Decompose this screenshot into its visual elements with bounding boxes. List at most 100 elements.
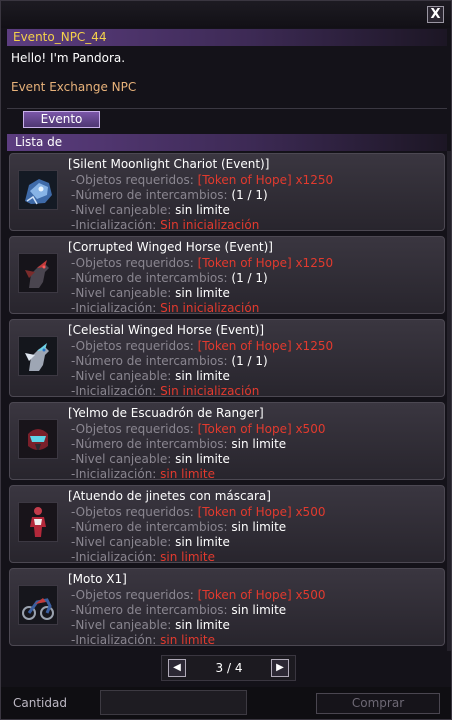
required-value: [Token of Hope] x500	[197, 505, 326, 519]
init-value: sin limite	[160, 467, 215, 481]
pagination: ◀ 3 / 4 ▶	[161, 655, 296, 681]
exchanges-value: sin limite	[231, 437, 287, 451]
required-line: -Objetos requeridos: [Token of Hope] x50…	[71, 505, 325, 519]
required-line: -Objetos requeridos: [Token of Hope] x50…	[71, 422, 325, 436]
exchanges-label: -Número de intercambios:	[71, 520, 228, 534]
required-line: -Objetos requeridos: [Token of Hope] x12…	[71, 339, 333, 353]
quantity-input[interactable]	[100, 690, 247, 715]
init-line: -Inicialización: sin limite	[71, 550, 215, 564]
tab-evento[interactable]: Evento	[23, 111, 100, 128]
required-value: [Token of Hope] x1250	[197, 256, 334, 270]
buy-button[interactable]: Comprar	[316, 693, 440, 714]
item-name: [Silent Moonlight Chariot (Event)]	[68, 157, 270, 171]
init-line: -Inicialización: sin limite	[71, 467, 215, 481]
init-value: sin limite	[160, 633, 215, 647]
init-line: -Inicialización: sin limite	[71, 633, 215, 647]
npc-title: Evento_NPC_44	[13, 30, 107, 44]
level-value: sin limite	[175, 618, 230, 632]
init-line: -Inicialización: Sin inicialización	[71, 301, 259, 315]
required-value: [Token of Hope] x1250	[197, 339, 334, 353]
npc-greeting: Hello! I'm Pandora.	[11, 51, 126, 65]
item-icon-frame	[18, 336, 58, 376]
init-value: Sin inicialización	[160, 384, 260, 398]
exchanges-value: (1 / 1)	[231, 354, 268, 368]
required-value: [Token of Hope] x500	[197, 588, 326, 602]
item-name: [Yelmo de Escuadrón de Ranger]	[68, 406, 264, 420]
level-label: -Nivel canjeable:	[71, 369, 172, 383]
level-line: -Nivel canjeable: sin limite	[71, 452, 230, 466]
init-label: -Inicialización:	[71, 301, 157, 315]
level-value: sin limite	[175, 203, 230, 217]
level-value: sin limite	[175, 369, 230, 383]
exchanges-line: -Número de intercambios: sin limite	[71, 437, 286, 451]
init-value: Sin inicialización	[160, 301, 260, 315]
level-label: -Nivel canjeable:	[71, 535, 172, 549]
required-label: -Objetos requeridos:	[71, 505, 194, 519]
item-name: [Corrupted Winged Horse (Event)]	[68, 240, 273, 254]
exchanges-line: -Número de intercambios: (1 / 1)	[71, 354, 268, 368]
exchange-row[interactable]: [Yelmo de Escuadrón de Ranger] -Objetos r…	[9, 402, 445, 481]
init-value: Sin inicialización	[160, 218, 260, 232]
item-icon-frame	[18, 502, 58, 542]
exchanges-line: -Número de intercambios: (1 / 1)	[71, 188, 268, 202]
divider	[7, 108, 447, 109]
required-line: -Objetos requeridos: [Token of Hope] x12…	[71, 256, 333, 270]
exchange-row[interactable]: [Silent Moonlight Chariot (Event)] -Objet…	[9, 153, 445, 232]
item-name: [Moto X1]	[68, 572, 127, 586]
exchanges-label: -Número de intercambios:	[71, 188, 228, 202]
init-line: -Inicialización: Sin inicialización	[71, 218, 259, 232]
close-button[interactable]: X	[427, 6, 444, 23]
exchanges-line: -Número de intercambios: sin limite	[71, 520, 286, 534]
required-label: -Objetos requeridos:	[71, 588, 194, 602]
prev-page-button[interactable]: ◀	[168, 659, 186, 677]
level-label: -Nivel canjeable:	[71, 618, 172, 632]
close-icon: X	[430, 7, 441, 22]
npc-role: Event Exchange NPC	[11, 80, 137, 94]
exchanges-label: -Número de intercambios:	[71, 603, 228, 617]
list-header-label: Lista de	[15, 135, 63, 149]
required-value: [Token of Hope] x1250	[197, 173, 334, 187]
item-icon-frame	[18, 253, 58, 293]
level-value: sin limite	[175, 286, 230, 300]
level-label: -Nivel canjeable:	[71, 286, 172, 300]
exchanges-label: -Número de intercambios:	[71, 437, 228, 451]
purchase-bar: Cantidad Comprar	[1, 687, 451, 719]
chevron-left-icon: ◀	[173, 662, 181, 673]
item-icon-frame	[18, 585, 58, 625]
required-label: -Objetos requeridos:	[71, 256, 194, 270]
exchange-row[interactable]: [Celestial Winged Horse (Event)] -Objetos…	[9, 319, 445, 398]
level-line: -Nivel canjeable: sin limite	[71, 286, 230, 300]
init-label: -Inicialización:	[71, 550, 157, 564]
level-line: -Nivel canjeable: sin limite	[71, 618, 230, 632]
init-label: -Inicialización:	[71, 633, 157, 647]
page-indicator: 3 / 4	[215, 661, 243, 675]
init-label: -Inicialización:	[71, 384, 157, 398]
next-page-button[interactable]: ▶	[271, 659, 289, 677]
item-icon-frame	[18, 419, 58, 459]
init-line: -Inicialización: Sin inicialización	[71, 384, 259, 398]
exchange-row[interactable]: [Atuendo de jinetes con máscara] -Objetos…	[9, 485, 445, 564]
exchanges-value: (1 / 1)	[231, 188, 268, 202]
exchange-row[interactable]: [Corrupted Winged Horse (Event)] -Objetos…	[9, 236, 445, 315]
level-label: -Nivel canjeable:	[71, 452, 172, 466]
exchanges-value: sin limite	[231, 520, 287, 534]
item-name: [Atuendo de jinetes con máscara]	[68, 489, 271, 503]
required-label: -Objetos requeridos:	[71, 173, 194, 187]
init-label: -Inicialización:	[71, 218, 157, 232]
window-top-bar: X	[1, 1, 451, 28]
level-line: -Nivel canjeable: sin limite	[71, 203, 230, 217]
init-label: -Inicialización:	[71, 467, 157, 481]
list-header: Lista de	[7, 134, 447, 151]
npc-exchange-window: X Evento_NPC_44 Hello! I'm Pandora. Even…	[0, 0, 452, 720]
exchange-row[interactable]: [Moto X1] -Objetos requeridos: [Token of …	[9, 568, 445, 647]
level-value: sin limite	[175, 535, 230, 549]
required-label: -Objetos requeridos:	[71, 339, 194, 353]
list-scrollbar[interactable]	[447, 151, 451, 651]
level-line: -Nivel canjeable: sin limite	[71, 535, 230, 549]
level-value: sin limite	[175, 452, 230, 466]
required-value: [Token of Hope] x500	[197, 422, 326, 436]
exchanges-label: -Número de intercambios:	[71, 354, 228, 368]
exchanges-line: -Número de intercambios: (1 / 1)	[71, 271, 268, 285]
exchanges-value: (1 / 1)	[231, 271, 268, 285]
item-name: [Celestial Winged Horse (Event)]	[68, 323, 265, 337]
